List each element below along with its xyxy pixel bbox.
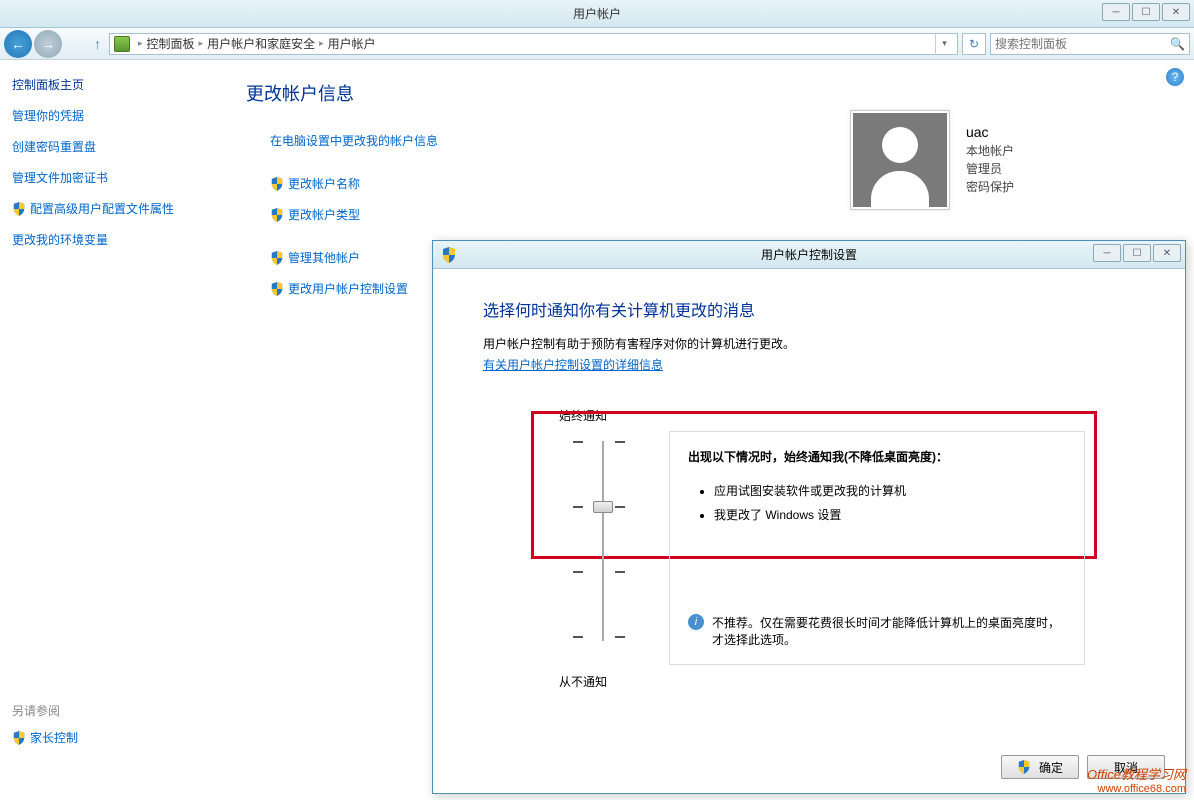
titlebar: 用户帐户 ─ ☐ ✕ xyxy=(0,0,1194,28)
ok-button[interactable]: 确定 xyxy=(1001,755,1079,779)
notify-info-text: 不推荐。仅在需要花费很长时间才能降低计算机上的桌面亮度时，才选择此选项。 xyxy=(712,614,1066,648)
slider-tick xyxy=(573,571,633,573)
uac-slider[interactable] xyxy=(573,431,633,671)
notify-item: 我更改了 Windows 设置 xyxy=(714,503,1066,527)
uac-dialog: 用户帐户控制设置 ─ ☐ ✕ 选择何时通知你有关计算机更改的消息 用户帐户控制有… xyxy=(432,240,1186,794)
user-info: uac 本地帐户 管理员 密码保护 xyxy=(966,124,1014,196)
back-button[interactable]: ← xyxy=(4,30,32,58)
dialog-body: 选择何时通知你有关计算机更改的消息 用户帐户控制有助于预防有害程序对你的计算机进… xyxy=(433,269,1185,793)
link-label: 更改用户帐户控制设置 xyxy=(288,280,408,297)
sidebar-link-credentials[interactable]: 管理你的凭据 xyxy=(12,107,194,124)
slider-thumb[interactable] xyxy=(593,501,613,513)
sidebar-link-password-reset[interactable]: 创建密码重置盘 xyxy=(12,138,194,155)
dialog-titlebar[interactable]: 用户帐户控制设置 ─ ☐ ✕ xyxy=(433,241,1185,269)
watermark-line2: www.office68.com xyxy=(1087,783,1186,796)
notify-heading: 出现以下情况时，始终通知我(不降低桌面亮度)： xyxy=(688,448,1066,465)
shield-icon xyxy=(270,251,284,265)
see-also: 另请参阅 家长控制 xyxy=(12,702,78,760)
notify-item: 应用试图安装软件或更改我的计算机 xyxy=(714,479,1066,503)
sidebar-link-label: 配置高级用户配置文件属性 xyxy=(30,200,174,217)
watermark: Office教程学习网 www.office68.com xyxy=(1087,767,1186,796)
dialog-close-button[interactable]: ✕ xyxy=(1153,244,1181,262)
link-label: 管理其他帐户 xyxy=(288,249,360,266)
breadcrumb-icon xyxy=(114,36,130,52)
sidebar-home-link[interactable]: 控制面板主页 xyxy=(12,76,194,93)
user-name: uac xyxy=(966,124,1014,140)
dialog-heading: 选择何时通知你有关计算机更改的消息 xyxy=(483,297,1135,321)
link-label: 更改帐户类型 xyxy=(288,206,360,223)
slider-tick xyxy=(573,441,633,443)
see-also-heading: 另请参阅 xyxy=(12,702,78,719)
notify-description-box: 出现以下情况时，始终通知我(不降低桌面亮度)： 应用试图安装软件或更改我的计算机… xyxy=(669,431,1085,665)
search-box[interactable]: 🔍 xyxy=(990,33,1190,55)
link-change-name[interactable]: 更改帐户名称 xyxy=(270,175,1154,192)
chevron-right-icon: ▸ xyxy=(138,38,143,49)
action-group-0: 在电脑设置中更改我的帐户信息 xyxy=(246,132,1154,149)
refresh-button[interactable]: ↻ xyxy=(962,33,986,55)
breadcrumb-dropdown[interactable]: ▾ xyxy=(935,33,953,55)
slider-tick xyxy=(573,636,633,638)
close-button[interactable]: ✕ xyxy=(1162,3,1190,21)
help-icon[interactable]: ? xyxy=(1166,68,1184,86)
avatar xyxy=(853,113,947,207)
shield-icon xyxy=(12,731,26,745)
minimize-button[interactable]: ─ xyxy=(1102,3,1130,21)
user-type: 本地帐户 xyxy=(966,142,1014,160)
shield-icon xyxy=(1017,760,1031,774)
breadcrumb-item-1[interactable]: 用户帐户和家庭安全 xyxy=(207,35,315,52)
dialog-more-info-link[interactable]: 有关用户帐户控制设置的详细信息 xyxy=(483,358,663,372)
chevron-right-icon: ▸ xyxy=(319,38,324,49)
sidebar-link-profile-props[interactable]: 配置高级用户配置文件属性 xyxy=(12,200,194,217)
dialog-title: 用户帐户控制设置 xyxy=(761,246,857,263)
page-title: 更改帐户信息 xyxy=(246,80,1154,106)
link-change-type[interactable]: 更改帐户类型 xyxy=(270,206,1154,223)
watermark-line1: Office教程学习网 xyxy=(1087,767,1186,783)
notify-list: 应用试图安装软件或更改我的计算机 我更改了 Windows 设置 xyxy=(714,479,1066,527)
info-icon: i xyxy=(688,614,704,630)
sidebar-link-env-vars[interactable]: 更改我的环境变量 xyxy=(12,231,194,248)
breadcrumb-item-0[interactable]: 控制面板 xyxy=(147,35,195,52)
window-controls: ─ ☐ ✕ xyxy=(1102,3,1190,21)
shield-icon xyxy=(270,208,284,222)
dialog-minimize-button[interactable]: ─ xyxy=(1093,244,1121,262)
breadcrumb[interactable]: ▸ 控制面板 ▸ 用户帐户和家庭安全 ▸ 用户帐户 ▾ xyxy=(109,33,958,55)
navbar: ← → ↑ ▸ 控制面板 ▸ 用户帐户和家庭安全 ▸ 用户帐户 ▾ ↻ 🔍 xyxy=(0,28,1194,60)
notify-recommendation: i 不推荐。仅在需要花费很长时间才能降低计算机上的桌面亮度时，才选择此选项。 xyxy=(688,614,1066,648)
sidebar-link-encryption[interactable]: 管理文件加密证书 xyxy=(12,169,194,186)
see-also-parental[interactable]: 家长控制 xyxy=(12,729,78,746)
shield-icon xyxy=(270,177,284,191)
shield-icon xyxy=(12,202,26,216)
link-change-in-settings[interactable]: 在电脑设置中更改我的帐户信息 xyxy=(270,132,1154,149)
search-icon[interactable]: 🔍 xyxy=(1170,37,1185,51)
slider-track xyxy=(602,441,604,641)
sidebar: 控制面板主页 管理你的凭据 创建密码重置盘 管理文件加密证书 配置高级用户配置文… xyxy=(0,60,206,800)
window-title: 用户帐户 xyxy=(573,5,621,22)
action-group-1: 更改帐户名称 更改帐户类型 xyxy=(246,175,1154,223)
shield-icon xyxy=(441,247,457,263)
user-tile: uac 本地帐户 管理员 密码保护 xyxy=(850,110,1014,210)
user-pw: 密码保护 xyxy=(966,178,1014,196)
up-button[interactable]: ↑ xyxy=(94,36,101,52)
avatar-frame xyxy=(850,110,950,210)
forward-button[interactable]: → xyxy=(34,30,62,58)
dialog-maximize-button[interactable]: ☐ xyxy=(1123,244,1151,262)
dialog-window-controls: ─ ☐ ✕ xyxy=(1093,244,1181,262)
slider-label-never: 从不通知 xyxy=(559,673,607,690)
ok-label: 确定 xyxy=(1039,759,1063,776)
dialog-desc: 用户帐户控制有助于预防有害程序对你的计算机进行更改。 xyxy=(483,335,1135,352)
maximize-button[interactable]: ☐ xyxy=(1132,3,1160,21)
breadcrumb-item-2[interactable]: 用户帐户 xyxy=(328,35,376,52)
search-input[interactable] xyxy=(995,37,1170,51)
link-label: 更改帐户名称 xyxy=(288,175,360,192)
user-role: 管理员 xyxy=(966,160,1014,178)
shield-icon xyxy=(270,282,284,296)
see-also-label: 家长控制 xyxy=(30,729,78,746)
chevron-right-icon: ▸ xyxy=(199,38,204,49)
